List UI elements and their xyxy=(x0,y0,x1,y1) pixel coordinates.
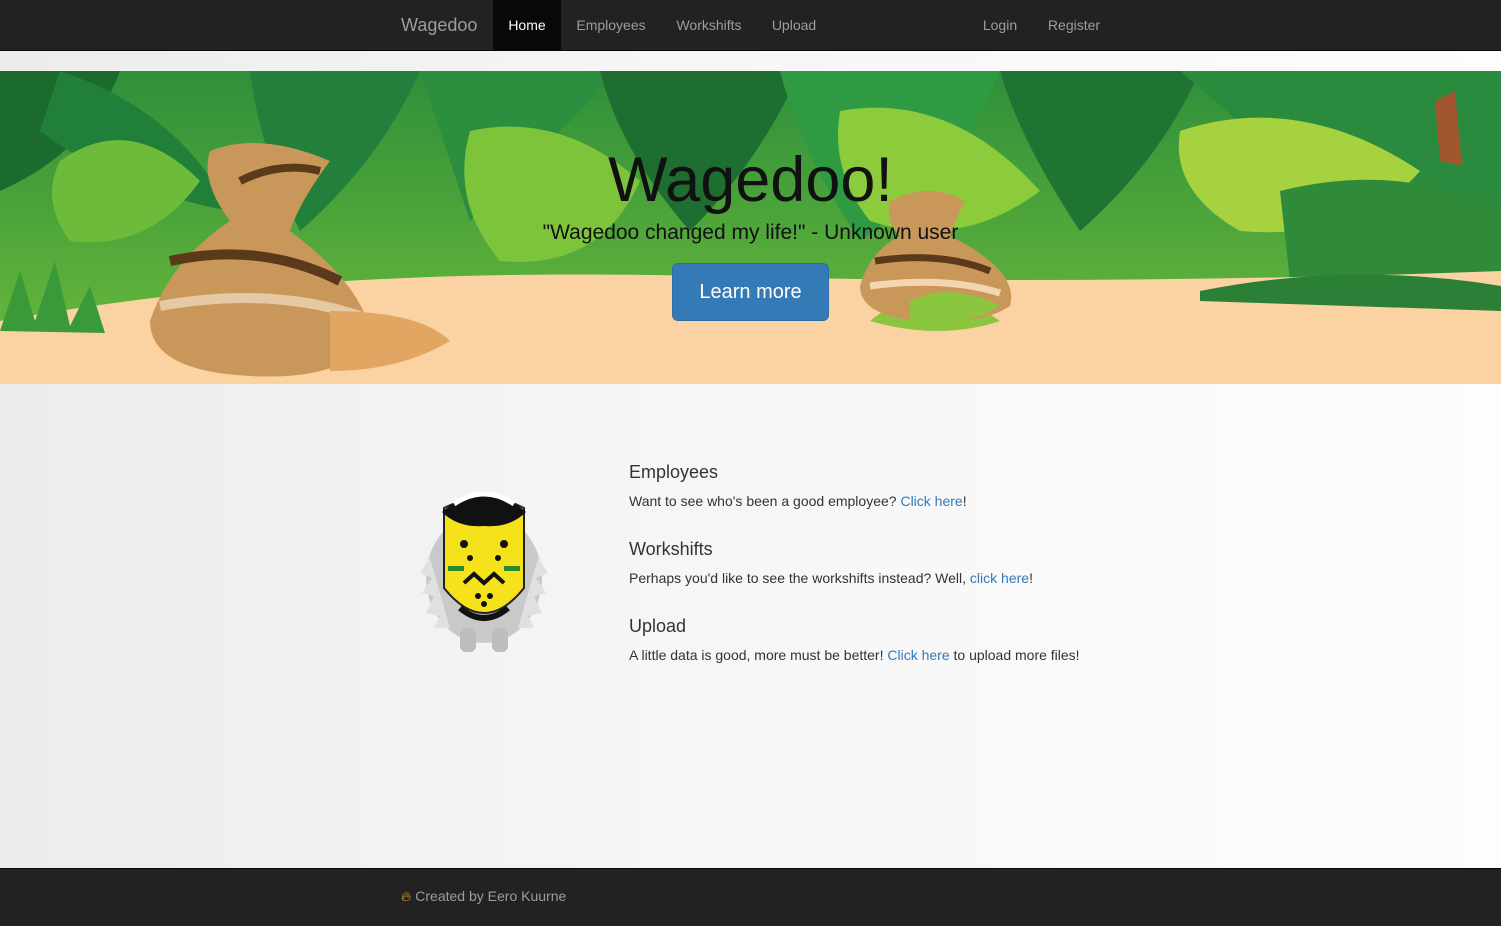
hero-quote: "Wagedoo changed my life!" - Unknown use… xyxy=(542,221,959,244)
upload-link[interactable]: Click here xyxy=(887,647,949,663)
feature-text-after: ! xyxy=(1029,570,1033,586)
nav-item-upload[interactable]: Upload xyxy=(757,0,831,50)
feature-text: Want to see who's been a good employee? … xyxy=(629,493,967,509)
feature-heading: Upload xyxy=(629,616,687,636)
fire-icon: 🔥︎ xyxy=(401,888,412,904)
nav-item-home[interactable]: Home xyxy=(493,0,561,50)
feature-text-before: Want to see who's been a good employee? xyxy=(629,493,901,509)
credit-text: Created by Eero Kuurne xyxy=(415,888,567,904)
learn-more-button[interactable]: Learn more xyxy=(672,263,829,321)
brand-link[interactable]: Wagedoo xyxy=(401,0,477,50)
nav-item-workshifts[interactable]: Workshifts xyxy=(661,0,757,50)
mascot-image xyxy=(420,491,548,652)
feature-upload: Upload A little data is good, more must … xyxy=(629,616,1080,663)
feature-employees: Employees Want to see who's been a good … xyxy=(629,462,967,509)
navbar: Wagedoo Home Employees Workshifts Upload… xyxy=(0,0,1501,51)
nav-item-employees[interactable]: Employees xyxy=(561,0,661,50)
nav-item-login[interactable]: Login xyxy=(968,0,1032,50)
feature-text: Perhaps you'd like to see the workshifts… xyxy=(629,570,1033,586)
feature-heading: Employees xyxy=(629,462,719,482)
feature-text-after: ! xyxy=(962,493,967,509)
footer-credit: 🔥︎ Created by Eero Kuurne xyxy=(401,888,566,905)
workshifts-link[interactable]: click here xyxy=(970,570,1029,586)
nav-item-register[interactable]: Register xyxy=(1032,0,1116,50)
feature-text-after: to upload more files! xyxy=(949,647,1080,663)
feature-text: A little data is good, more must be bett… xyxy=(629,647,1080,663)
hero-title: Wagedoo! xyxy=(608,145,893,215)
employees-link[interactable]: Click here xyxy=(900,493,962,509)
feature-workshifts: Workshifts Perhaps you'd like to see the… xyxy=(629,539,1033,586)
feature-text-before: Perhaps you'd like to see the workshifts… xyxy=(629,570,970,586)
hero-jumbotron: Wagedoo! "Wagedoo changed my life!" - Un… xyxy=(0,71,1501,384)
feature-text-before: A little data is good, more must be bett… xyxy=(629,647,888,663)
feature-heading: Workshifts xyxy=(629,539,713,559)
footer: 🔥︎ Created by Eero Kuurne xyxy=(0,868,1501,926)
